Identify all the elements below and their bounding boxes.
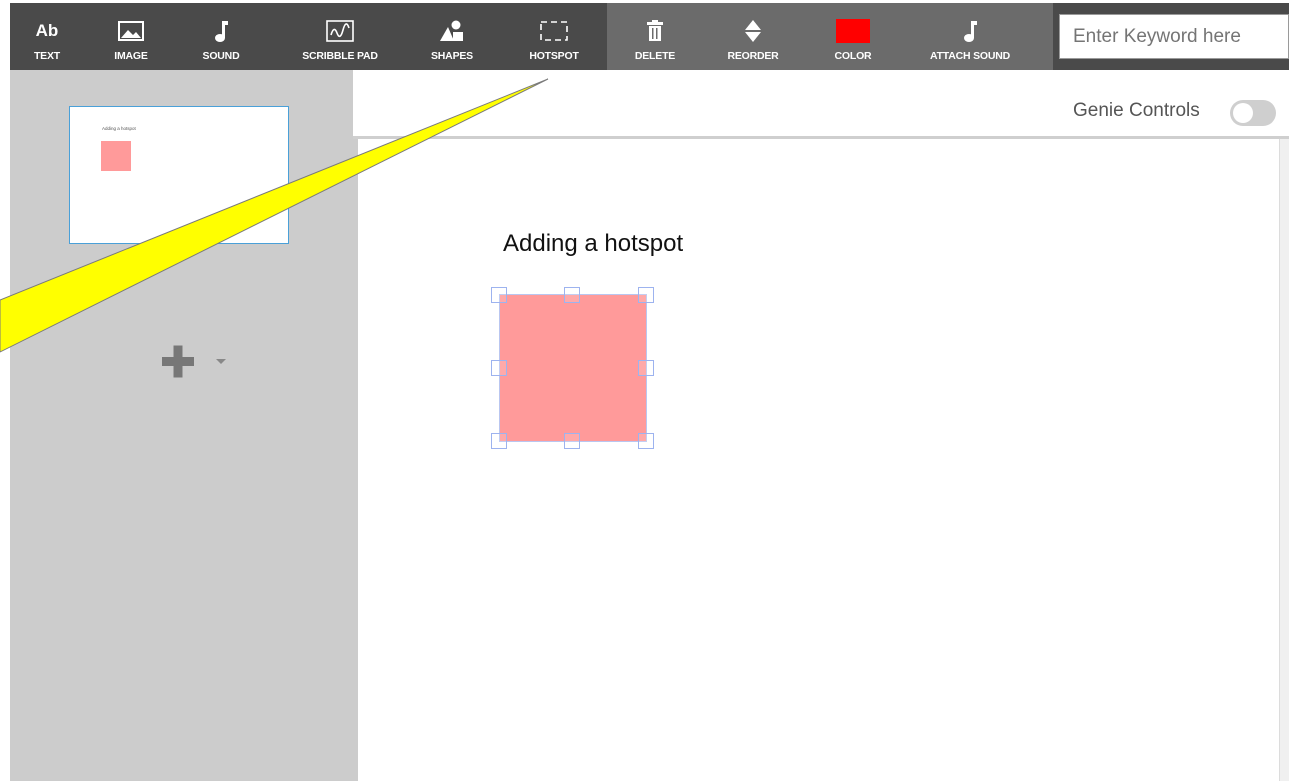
- resize-handle-top-right[interactable]: [638, 287, 654, 303]
- resize-handle-top[interactable]: [564, 287, 580, 303]
- resize-handle-top-left[interactable]: [491, 287, 507, 303]
- image-icon: [105, 17, 157, 45]
- text-tool-label: TEXT: [33, 50, 61, 62]
- shapes-icon: [424, 17, 480, 45]
- hotspot-tool-label: HOTSPOT: [529, 50, 579, 62]
- canvas-scrollbar[interactable]: [1279, 139, 1289, 781]
- slide-title-text[interactable]: Adding a hotspot: [503, 230, 683, 258]
- genie-controls-toggle[interactable]: [1230, 100, 1276, 126]
- text-icon: Ab: [35, 21, 59, 40]
- resize-handle-right[interactable]: [638, 360, 654, 376]
- plus-icon: [162, 345, 194, 378]
- shapes-tool-button[interactable]: SHAPES: [424, 3, 480, 70]
- scribble-pad-tool-label: SCRIBBLE PAD: [302, 50, 378, 62]
- color-tool-label: COLOR: [834, 50, 872, 62]
- music-note-icon: [195, 17, 247, 45]
- image-tool-label: IMAGE: [114, 50, 148, 62]
- shapes-tool-label: SHAPES: [431, 50, 473, 62]
- attach-sound-tool-button[interactable]: ATTACH SOUND: [920, 3, 1020, 70]
- image-tool-button[interactable]: IMAGE: [105, 3, 157, 70]
- resize-handle-bottom-right[interactable]: [638, 433, 654, 449]
- resize-handle-bottom[interactable]: [564, 433, 580, 449]
- delete-tool-button[interactable]: DELETE: [630, 3, 680, 70]
- trash-icon: [630, 17, 680, 45]
- sound-tool-button[interactable]: SOUND: [195, 3, 247, 70]
- attach-sound-icon: [920, 17, 1020, 45]
- resize-handle-bottom-left[interactable]: [491, 433, 507, 449]
- toggle-knob: [1233, 103, 1253, 123]
- text-tool-button[interactable]: Ab TEXT: [25, 3, 69, 70]
- attach-sound-tool-label: ATTACH SOUND: [929, 50, 1011, 62]
- add-slide-button[interactable]: [160, 342, 232, 382]
- keyword-search-input[interactable]: [1059, 14, 1289, 59]
- selected-shape[interactable]: [499, 294, 647, 442]
- hotspot-icon: [522, 17, 586, 45]
- delete-tool-label: DELETE: [634, 50, 676, 62]
- genie-controls-label: Genie Controls: [1073, 100, 1200, 121]
- resize-handle-left[interactable]: [491, 360, 507, 376]
- color-tool-button[interactable]: COLOR: [825, 3, 881, 70]
- slide-thumbnail-shape: [101, 141, 131, 171]
- slide-list-panel: Adding a hotspot: [10, 70, 358, 781]
- sound-tool-label: SOUND: [202, 50, 240, 62]
- color-swatch: [836, 19, 870, 43]
- slide-canvas[interactable]: [358, 139, 1279, 781]
- hotspot-tool-button[interactable]: HOTSPOT: [522, 3, 586, 70]
- reorder-tool-label: REORDER: [727, 50, 779, 62]
- reorder-arrows-icon: [722, 17, 784, 45]
- slide-thumbnail[interactable]: Adding a hotspot: [69, 106, 289, 244]
- caret-down-icon: [216, 359, 226, 364]
- scribble-pad-tool-button[interactable]: SCRIBBLE PAD: [292, 3, 388, 70]
- scribble-icon: [292, 17, 388, 45]
- reorder-tool-button[interactable]: REORDER: [722, 3, 784, 70]
- slide-thumbnail-title: Adding a hotspot: [102, 126, 136, 131]
